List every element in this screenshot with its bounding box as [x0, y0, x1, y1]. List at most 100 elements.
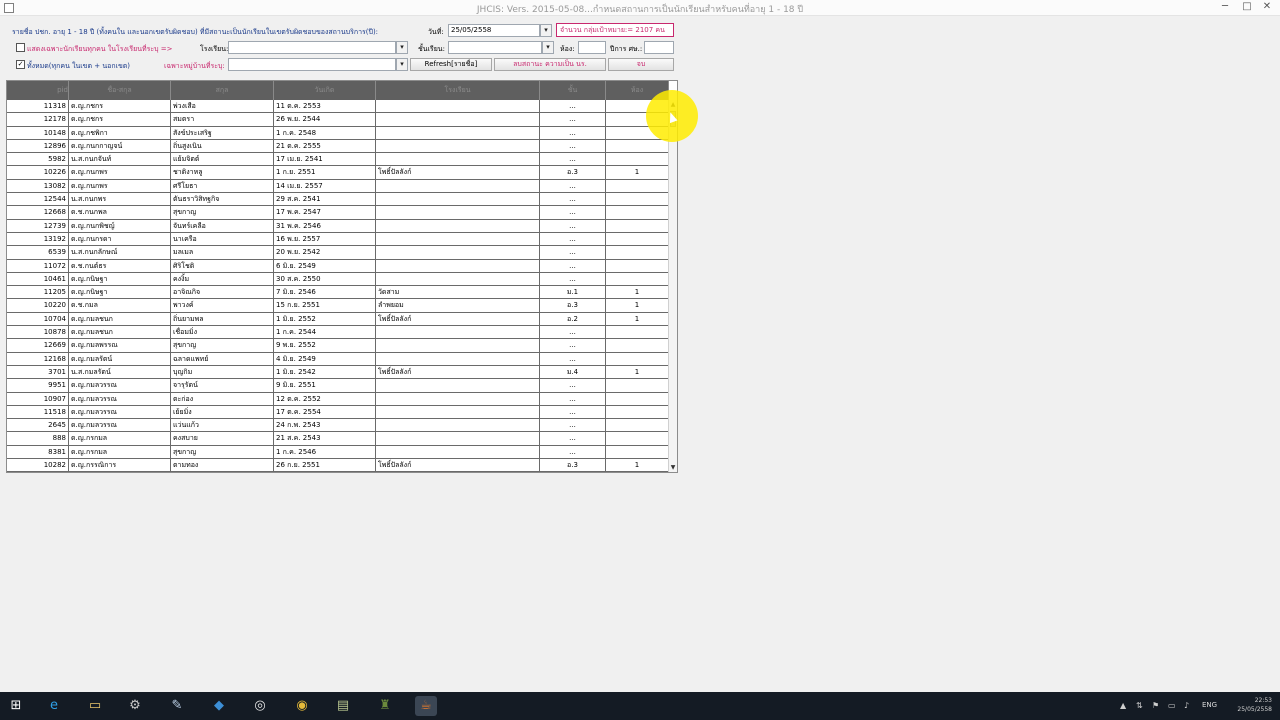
- app-gear-icon[interactable]: ⚙: [124, 696, 146, 716]
- column-header[interactable]: pid: [7, 81, 69, 100]
- table-cell[interactable]: ตันธราวิสิทฐกิจ: [171, 193, 274, 206]
- table-cell[interactable]: 17 เม.ย. 2541: [274, 153, 376, 166]
- table-cell[interactable]: [376, 379, 540, 392]
- close-window-button[interactable]: ✕: [1256, 0, 1278, 14]
- table-cell[interactable]: ...: [540, 445, 606, 459]
- table-cell[interactable]: [376, 113, 540, 126]
- app-pen-icon[interactable]: ✎: [166, 696, 188, 716]
- table-row[interactable]: 11205 ด.ญ.กนิษฐา อาจิณกิจ 7 มิ.ย. 2546 วัดสา…: [7, 286, 669, 300]
- table-cell[interactable]: ด.ญ.กนกรดา: [69, 232, 171, 246]
- table-cell[interactable]: 1: [606, 312, 669, 326]
- table-cell[interactable]: [606, 379, 669, 392]
- table-row[interactable]: 13082 ด.ญ.กนกพร ศรีโยธา 14 เม.ย. 2557...: [7, 179, 669, 194]
- table-cell[interactable]: ลำพยอม: [376, 299, 540, 312]
- table-cell[interactable]: 4 มิ.ย. 2549: [274, 352, 376, 365]
- table-cell[interactable]: 10282: [7, 459, 69, 472]
- table-row[interactable]: 10226 ด.ญ.กนกพร ชาติงาหลู 1 ก.ย. 2551 โพธิ์ป…: [7, 166, 669, 180]
- table-cell[interactable]: ด.ญ.กนกกาญจน์: [69, 139, 171, 153]
- table-cell[interactable]: ด.ญ.กรกมล: [69, 445, 171, 459]
- table-cell[interactable]: ตะก่อง: [171, 392, 274, 405]
- table-cell[interactable]: 1: [606, 365, 669, 379]
- table-cell[interactable]: 1: [606, 459, 669, 472]
- table-cell[interactable]: [376, 100, 540, 113]
- table-row[interactable]: 8381 ด.ญ.กรกมล สุขกาญ 1 ก.ค. 2546...: [7, 445, 669, 460]
- table-cell[interactable]: 10220: [7, 299, 69, 312]
- table-cell[interactable]: มลเมล: [171, 246, 274, 259]
- windows-start-icon[interactable]: ⊞: [5, 696, 27, 716]
- table-cell[interactable]: ด.ญ.กมลวรรณ: [69, 379, 171, 392]
- table-cell[interactable]: 17 ต.ค. 2554: [274, 405, 376, 419]
- table-cell[interactable]: [376, 326, 540, 339]
- app-ring-icon[interactable]: ◎: [249, 696, 271, 716]
- table-cell[interactable]: คงงิ้ม: [171, 272, 274, 286]
- table-cell[interactable]: 5982: [7, 153, 69, 166]
- table-cell[interactable]: 888: [7, 432, 69, 445]
- chrome-icon[interactable]: ◉: [291, 696, 313, 716]
- table-cell[interactable]: [376, 219, 540, 232]
- table-cell[interactable]: [376, 445, 540, 459]
- grade-input[interactable]: [448, 41, 542, 54]
- table-cell[interactable]: ชาติงาหลู: [171, 166, 274, 179]
- table-cell[interactable]: อ.3: [540, 166, 606, 179]
- table-cell[interactable]: ด.ญ.กนกพิชญ์: [69, 219, 171, 232]
- table-cell[interactable]: 12669: [7, 339, 69, 352]
- table-cell[interactable]: [376, 259, 540, 272]
- table-row[interactable]: 5982 น.ส.กนกจันท์ แย้มจิตต์ 17 เม.ย. 2541..…: [7, 153, 669, 167]
- table-cell[interactable]: จารุรัตน์: [171, 379, 274, 392]
- table-cell[interactable]: 9 พ.ย. 2552: [274, 339, 376, 352]
- table-cell[interactable]: 11518: [7, 405, 69, 419]
- table-cell[interactable]: โพธิ์ปัลลังก์: [376, 459, 540, 472]
- table-cell[interactable]: ...: [540, 153, 606, 166]
- table-cell[interactable]: 14 เม.ย. 2557: [274, 179, 376, 193]
- table-cell[interactable]: ...: [540, 179, 606, 193]
- column-header[interactable]: สกุล: [171, 81, 274, 100]
- table-cell[interactable]: [376, 232, 540, 246]
- table-cell[interactable]: 10704: [7, 312, 69, 326]
- table-cell[interactable]: 6539: [7, 246, 69, 259]
- table-cell[interactable]: ด.ญ.กนิษฐา: [69, 286, 171, 299]
- table-cell[interactable]: [376, 126, 540, 139]
- table-cell[interactable]: 12168: [7, 352, 69, 365]
- table-cell[interactable]: 1 ก.ย. 2551: [274, 166, 376, 179]
- table-cell[interactable]: 10148: [7, 126, 69, 139]
- table-row[interactable]: 11072 ด.ช.กนต์ธร ศิริโชติ 6 มิ.ย. 2549...: [7, 259, 669, 273]
- table-cell[interactable]: 24 ก.พ. 2543: [274, 419, 376, 432]
- table-cell[interactable]: ด.ญ.กมลวรรณ: [69, 392, 171, 405]
- table-cell[interactable]: ด.ญ.กชพิกา: [69, 126, 171, 139]
- table-cell[interactable]: 3701: [7, 365, 69, 379]
- tray-volume-icon[interactable]: ♪: [1184, 701, 1189, 710]
- table-cell[interactable]: [606, 445, 669, 459]
- refresh-button[interactable]: Refresh[รายชื่อ]: [410, 58, 492, 71]
- table-cell[interactable]: 1: [606, 299, 669, 312]
- maximize-button[interactable]: □: [1236, 0, 1258, 14]
- date-dropdown-button[interactable]: ▾: [540, 24, 552, 37]
- table-cell[interactable]: 12739: [7, 219, 69, 232]
- grade-dropdown-button[interactable]: ▾: [542, 41, 554, 54]
- table-cell[interactable]: 12544: [7, 193, 69, 206]
- table-cell[interactable]: 10878: [7, 326, 69, 339]
- table-row[interactable]: 888 ด.ญ.กรกมล คงสบาย 21 ส.ค. 2543...: [7, 432, 669, 446]
- tray-flag-icon[interactable]: ⚑: [1152, 701, 1159, 710]
- table-cell[interactable]: ...: [540, 193, 606, 206]
- table-row[interactable]: 2645 ด.ญ.กมลวรรณ แว่นแก้ว 24 ก.พ. 2543...: [7, 419, 669, 433]
- table-cell[interactable]: [376, 272, 540, 286]
- all-people-checkbox[interactable]: ✓: [16, 60, 25, 69]
- table-cell[interactable]: 10461: [7, 272, 69, 286]
- table-cell[interactable]: [606, 326, 669, 339]
- table-cell[interactable]: ...: [540, 272, 606, 286]
- table-cell[interactable]: 12 ต.ค. 2552: [274, 392, 376, 405]
- table-row[interactable]: 12668 ด.ช.กนกพล สุขกาญ 17 พ.ค. 2547...: [7, 206, 669, 220]
- table-cell[interactable]: ...: [540, 139, 606, 153]
- table-row[interactable]: 13192 ด.ญ.กนกรดา นาเครือ 16 พ.ย. 2557...: [7, 232, 669, 247]
- table-cell[interactable]: ด.ญ.กมลรัตน์: [69, 352, 171, 365]
- table-cell[interactable]: 9 มิ.ย. 2551: [274, 379, 376, 392]
- table-cell[interactable]: ...: [540, 432, 606, 445]
- table-cell[interactable]: ...: [540, 405, 606, 419]
- table-cell[interactable]: 12178: [7, 113, 69, 126]
- school-year-input[interactable]: [644, 41, 674, 54]
- school-filter-checkbox[interactable]: [16, 43, 25, 52]
- table-cell[interactable]: ...: [540, 339, 606, 352]
- table-cell[interactable]: ด.ญ.กนิษฐา: [69, 272, 171, 286]
- table-cell[interactable]: ศรีโยธา: [171, 179, 274, 193]
- table-cell[interactable]: [606, 419, 669, 432]
